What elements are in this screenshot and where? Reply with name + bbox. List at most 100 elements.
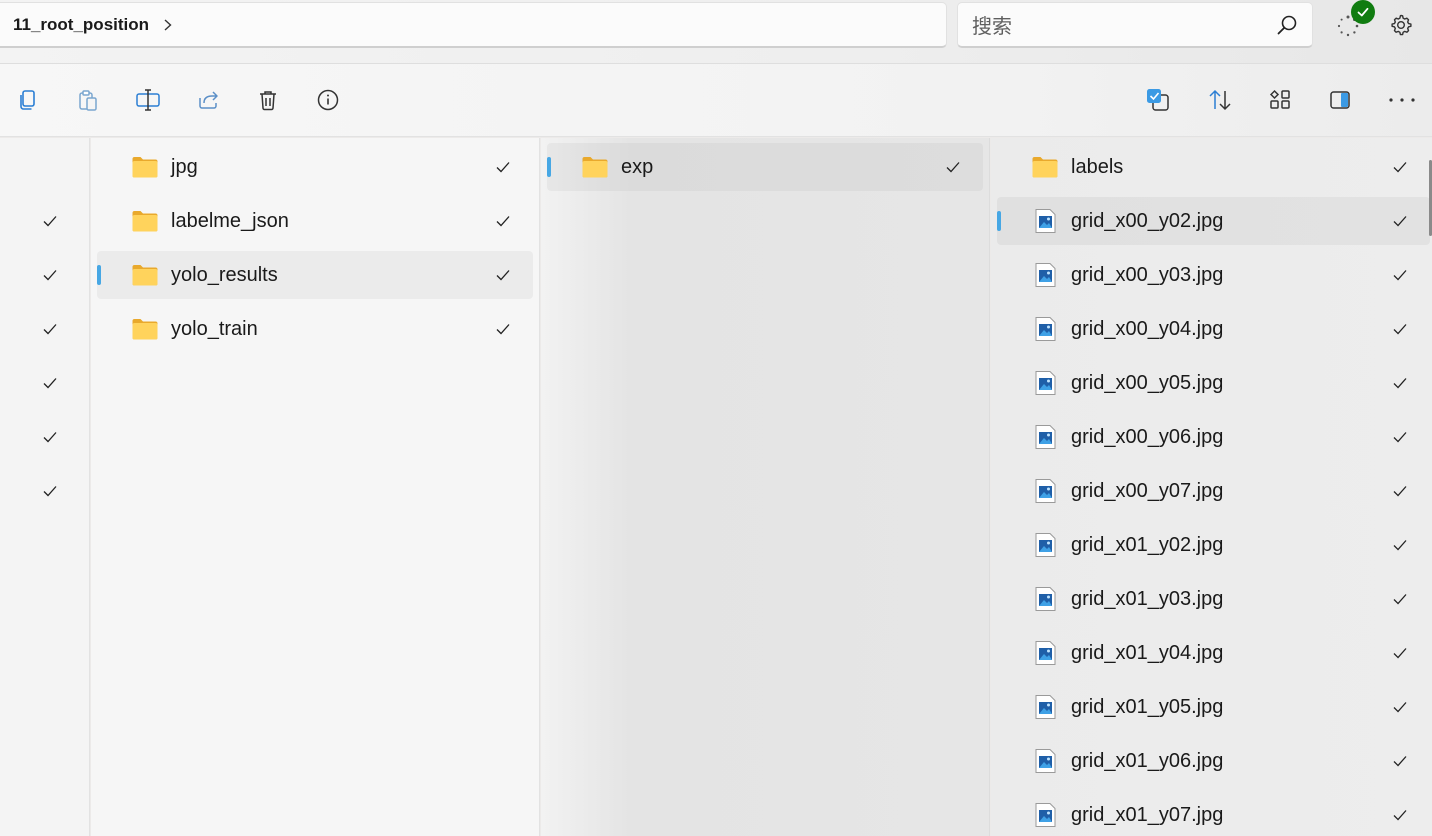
image-file-icon xyxy=(1031,371,1059,395)
list-item-labelme-json[interactable]: labelme_json xyxy=(97,197,533,245)
folder-icon xyxy=(1031,155,1059,179)
list-item-grid-x00-y04-jpg[interactable]: grid_x00_y04.jpg xyxy=(997,305,1430,353)
item-name: grid_x01_y07.jpg xyxy=(1071,804,1224,826)
copy-icon[interactable] xyxy=(14,86,42,114)
checkmark-icon xyxy=(1392,699,1408,715)
item-name: yolo_results xyxy=(171,264,278,286)
checkmark-icon xyxy=(1357,7,1369,17)
checkmark-icon xyxy=(1392,537,1408,553)
column-parent xyxy=(0,138,90,836)
sync-ok-badge xyxy=(1351,0,1375,24)
search-box[interactable]: 搜索 xyxy=(957,2,1313,48)
folder-icon xyxy=(131,209,159,233)
list-item-grid-x01-y05-jpg[interactable]: grid_x01_y05.jpg xyxy=(997,683,1430,731)
item-name: grid_x01_y03.jpg xyxy=(1071,588,1224,610)
item-name: grid_x01_y02.jpg xyxy=(1071,534,1224,556)
command-bar xyxy=(0,64,1432,137)
column-root-folder: jpg labelme_json yolo_results yolo_train xyxy=(91,138,540,836)
checkmark-icon xyxy=(1392,213,1408,229)
list-item-grid-x01-y02-jpg[interactable]: grid_x01_y02.jpg xyxy=(997,521,1430,569)
list-item-yolo-results[interactable]: yolo_results xyxy=(97,251,533,299)
share-icon[interactable] xyxy=(194,86,222,114)
checkmark-icon xyxy=(43,486,57,497)
item-name: exp xyxy=(621,156,654,178)
select-icon[interactable] xyxy=(1144,86,1172,114)
folder-icon xyxy=(131,317,159,341)
checkmark-icon xyxy=(43,432,57,443)
checkmark-icon xyxy=(495,159,511,175)
selection-indicator xyxy=(997,211,1001,231)
address-bar[interactable]: 11_root_position xyxy=(0,2,947,48)
list-item-grid-x01-y06-jpg[interactable]: grid_x01_y06.jpg xyxy=(997,737,1430,785)
checkmark-icon xyxy=(1392,807,1408,823)
rename-icon[interactable] xyxy=(134,86,162,114)
checkmark-icon xyxy=(43,216,57,227)
column-yolo-results: exp xyxy=(541,138,990,836)
list-item-grid-x01-y03-jpg[interactable]: grid_x01_y03.jpg xyxy=(997,575,1430,623)
preview-pane-icon[interactable] xyxy=(1326,86,1354,114)
item-name: grid_x01_y04.jpg xyxy=(1071,642,1224,664)
list-item-exp[interactable]: exp xyxy=(547,143,983,191)
checkmark-icon xyxy=(43,270,57,281)
item-name: grid_x01_y06.jpg xyxy=(1071,750,1224,772)
delete-icon[interactable] xyxy=(254,86,282,114)
image-file-icon xyxy=(1031,533,1059,557)
folder-icon xyxy=(131,263,159,287)
checkmark-icon xyxy=(1392,159,1408,175)
image-file-icon xyxy=(1031,209,1059,233)
checkmark-icon xyxy=(495,321,511,337)
item-name: labels xyxy=(1071,156,1124,178)
item-name: grid_x00_y05.jpg xyxy=(1071,372,1224,394)
checkmark-icon xyxy=(945,159,961,175)
selection-indicator xyxy=(97,265,101,285)
image-file-icon xyxy=(1031,317,1059,341)
search-placeholder: 搜索 xyxy=(972,16,1012,38)
list-item-grid-x00-y03-jpg[interactable]: grid_x00_y03.jpg xyxy=(997,251,1430,299)
item-name: grid_x00_y07.jpg xyxy=(1071,480,1224,502)
checkmark-icon xyxy=(1392,483,1408,499)
image-file-icon xyxy=(1031,425,1059,449)
list-item-grid-x00-y02-jpg[interactable]: grid_x00_y02.jpg xyxy=(997,197,1430,245)
search-icon[interactable] xyxy=(1276,14,1298,36)
selection-indicator xyxy=(547,157,551,177)
folder-icon xyxy=(131,155,159,179)
item-name: grid_x00_y04.jpg xyxy=(1071,318,1224,340)
sort-icon[interactable] xyxy=(1206,86,1234,114)
image-file-icon xyxy=(1031,695,1059,719)
more-icon[interactable] xyxy=(1388,86,1416,114)
checkmark-icon xyxy=(1392,591,1408,607)
checkmark-icon xyxy=(1392,375,1408,391)
folder-icon xyxy=(581,155,609,179)
checkmark-icon xyxy=(1392,645,1408,661)
list-item-labels[interactable]: labels xyxy=(997,143,1430,191)
image-file-icon xyxy=(1031,587,1059,611)
list-item-grid-x00-y06-jpg[interactable]: grid_x00_y06.jpg xyxy=(997,413,1430,461)
list-item-grid-x01-y04-jpg[interactable]: grid_x01_y04.jpg xyxy=(997,629,1430,677)
item-name: labelme_json xyxy=(171,210,289,232)
chevron-right-icon[interactable] xyxy=(161,18,175,32)
image-file-icon xyxy=(1031,641,1059,665)
image-file-icon xyxy=(1031,749,1059,773)
list-item-grid-x01-y07-jpg[interactable]: grid_x01_y07.jpg xyxy=(997,791,1430,836)
checkmark-icon xyxy=(1392,753,1408,769)
list-item-grid-x00-y05-jpg[interactable]: grid_x00_y05.jpg xyxy=(997,359,1430,407)
item-name: grid_x00_y03.jpg xyxy=(1071,264,1224,286)
column-exp: labels grid_x00_y02.jpg grid_x00_y03.jpggr… xyxy=(991,138,1432,836)
list-item-jpg[interactable]: jpg xyxy=(97,143,533,191)
info-icon[interactable] xyxy=(314,86,342,114)
image-file-icon xyxy=(1031,479,1059,503)
checkmark-icon xyxy=(495,267,511,283)
checkmark-icon xyxy=(43,378,57,389)
breadcrumb-current[interactable]: 11_root_position xyxy=(13,15,149,35)
item-name: jpg xyxy=(171,156,198,178)
list-item-yolo-train[interactable]: yolo_train xyxy=(97,305,533,353)
paste-icon[interactable] xyxy=(74,86,102,114)
list-item-grid-x00-y07-jpg[interactable]: grid_x00_y07.jpg xyxy=(997,467,1430,515)
checkmark-icon xyxy=(495,213,511,229)
view-icon[interactable] xyxy=(1266,86,1294,114)
checkmark-icon xyxy=(1392,267,1408,283)
item-name: grid_x01_y05.jpg xyxy=(1071,696,1224,718)
gear-icon[interactable] xyxy=(1389,13,1413,37)
image-file-icon xyxy=(1031,263,1059,287)
item-name: yolo_train xyxy=(171,318,258,340)
